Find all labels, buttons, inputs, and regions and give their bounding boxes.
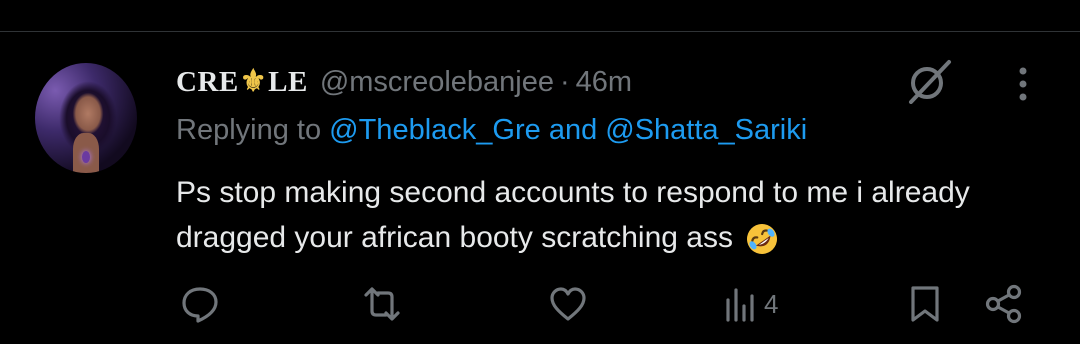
reply-button[interactable]: [180, 282, 220, 326]
share-icon: [985, 284, 1022, 324]
bookmark-icon: [911, 286, 939, 322]
mention-link[interactable]: @Shatta_Sariki: [605, 114, 807, 146]
display-name[interactable]: CRE ⚜ LE: [176, 66, 308, 99]
avatar-pendant: [82, 151, 90, 163]
top-divider: [0, 31, 1080, 32]
share-button[interactable]: [984, 282, 1024, 326]
retweet-icon: [364, 287, 400, 321]
tweet-header: CRE ⚜ LE @mscreolebanjee · 46m: [176, 62, 632, 102]
views-button[interactable]: 4: [724, 282, 778, 326]
views-count: 4: [764, 288, 779, 319]
grok-icon[interactable]: [905, 58, 953, 104]
fleur-de-lis-icon: ⚜: [239, 65, 268, 98]
replying-to-line: Replying to @Theblack_Gre and @Shatta_Sa…: [176, 114, 807, 147]
timestamp[interactable]: 46m: [576, 66, 632, 99]
bookmark-button[interactable]: [908, 282, 942, 326]
tweet-body: Ps stop making second accounts to respon…: [176, 176, 970, 254]
display-name-part1: CRE: [176, 65, 239, 98]
more-icon[interactable]: [1016, 66, 1030, 102]
tweet-text: Ps stop making second accounts to respon…: [176, 170, 1036, 260]
reply-icon: [182, 287, 218, 323]
action-bar: 4: [0, 282, 1080, 326]
conjunction: and: [548, 114, 598, 146]
separator-dot: ·: [560, 65, 570, 98]
like-icon: [550, 287, 586, 321]
rolling-on-floor-laughing-emoji-icon: [745, 222, 779, 256]
views-icon: [726, 288, 754, 322]
user-handle[interactable]: @mscreolebanjee: [320, 66, 554, 99]
retweet-button[interactable]: [360, 282, 404, 326]
mention-link[interactable]: @Theblack_Gre: [329, 114, 541, 146]
avatar[interactable]: [35, 63, 137, 173]
display-name-part2: LE: [268, 65, 308, 98]
replying-prefix: Replying to: [176, 114, 322, 146]
like-button[interactable]: [548, 282, 588, 326]
